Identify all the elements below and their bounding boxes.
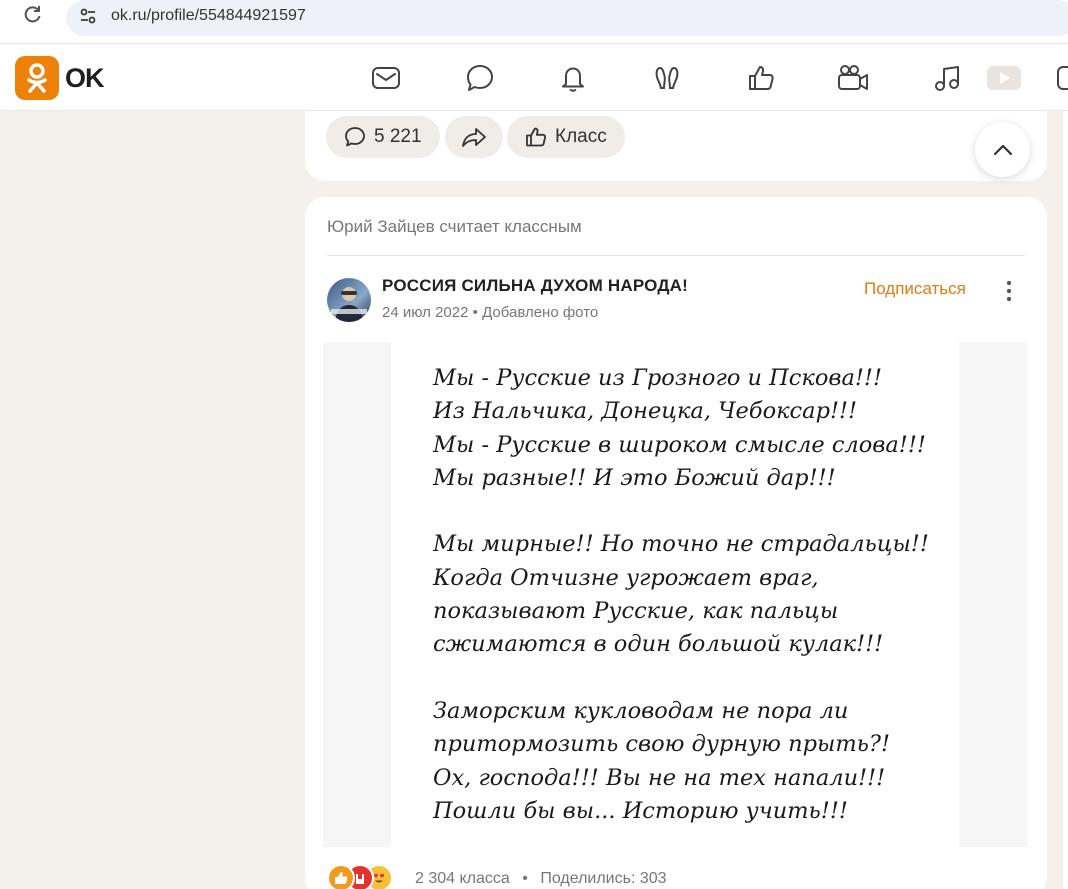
ok-logo[interactable]: OK	[15, 56, 104, 100]
video-camera-icon[interactable]	[836, 61, 870, 95]
like-icon	[526, 127, 547, 147]
chevron-up-icon	[993, 144, 1012, 155]
browser-toolbar: ok.ru/profile/554844921597	[0, 0, 1068, 44]
group-name-link[interactable]: РОССИЯ СИЛЬНА ДУХОМ НАРОДА!	[382, 276, 688, 296]
shares-count[interactable]: Поделились: 303	[540, 870, 666, 887]
site-info-icon[interactable]	[78, 6, 98, 26]
share-icon	[462, 128, 486, 147]
like-icon[interactable]	[744, 61, 778, 95]
class-count[interactable]: 2 304 класса	[415, 870, 510, 887]
mail-icon[interactable]	[369, 61, 403, 95]
scroll-to-top-button[interactable]	[975, 122, 1030, 177]
stats-separator: •	[522, 870, 528, 887]
comments-button[interactable]: 5 221	[326, 116, 440, 158]
url-text: ok.ru/profile/554844921597	[111, 7, 306, 24]
reload-icon[interactable]	[22, 4, 44, 26]
comments-count: 5 221	[374, 126, 422, 147]
address-bar[interactable]: ok.ru/profile/554844921597	[66, 0, 1068, 36]
divider	[327, 255, 1025, 256]
share-button[interactable]	[445, 116, 503, 158]
poem-text: Мы - Русские из Грозного и Пскова!!! Из …	[433, 365, 929, 824]
group-avatar[interactable]	[327, 278, 371, 322]
feed-post: Юрий Зайцев считает классным РОССИЯ СИЛЬ…	[305, 197, 1047, 889]
post-action: Добавлено фото	[482, 304, 599, 321]
post-meta: 24 июл 2022 • Добавлено фото	[382, 304, 598, 321]
ok-logo-icon	[15, 56, 59, 100]
more-options-icon[interactable]	[1003, 280, 1015, 302]
reaction-icons[interactable]	[327, 864, 393, 889]
class-button-label: Класс	[555, 126, 607, 147]
ok-logo-text: OK	[65, 62, 104, 93]
like-reaction-icon	[327, 864, 355, 889]
comment-icon	[345, 127, 365, 147]
chat-icon[interactable]	[463, 61, 497, 95]
site-header: OK	[0, 44, 1068, 111]
right-sidebar-edge	[1062, 111, 1068, 889]
bell-icon[interactable]	[556, 61, 590, 95]
post-photo[interactable]: Мы - Русские из Грозного и Пскова!!! Из …	[323, 342, 1027, 847]
poem-image: Мы - Русские из Грозного и Пскова!!! Из …	[391, 342, 959, 847]
post-stats: 2 304 класса • Поделились: 303	[415, 870, 667, 888]
liked-by-text: Юрий Зайцев считает классным	[327, 217, 582, 236]
previous-post-footer: 5 221 Класс	[305, 111, 1047, 181]
video-icon[interactable]	[986, 61, 1022, 95]
post-date[interactable]: 24 июл 2022	[382, 304, 468, 321]
subscribe-button[interactable]: Подписаться	[864, 279, 966, 299]
guests-icon[interactable]	[650, 61, 684, 95]
class-button[interactable]: Класс	[507, 116, 625, 158]
meta-separator: •	[472, 304, 478, 321]
more-menu-icon[interactable]	[1052, 61, 1068, 95]
music-icon[interactable]	[930, 61, 964, 95]
